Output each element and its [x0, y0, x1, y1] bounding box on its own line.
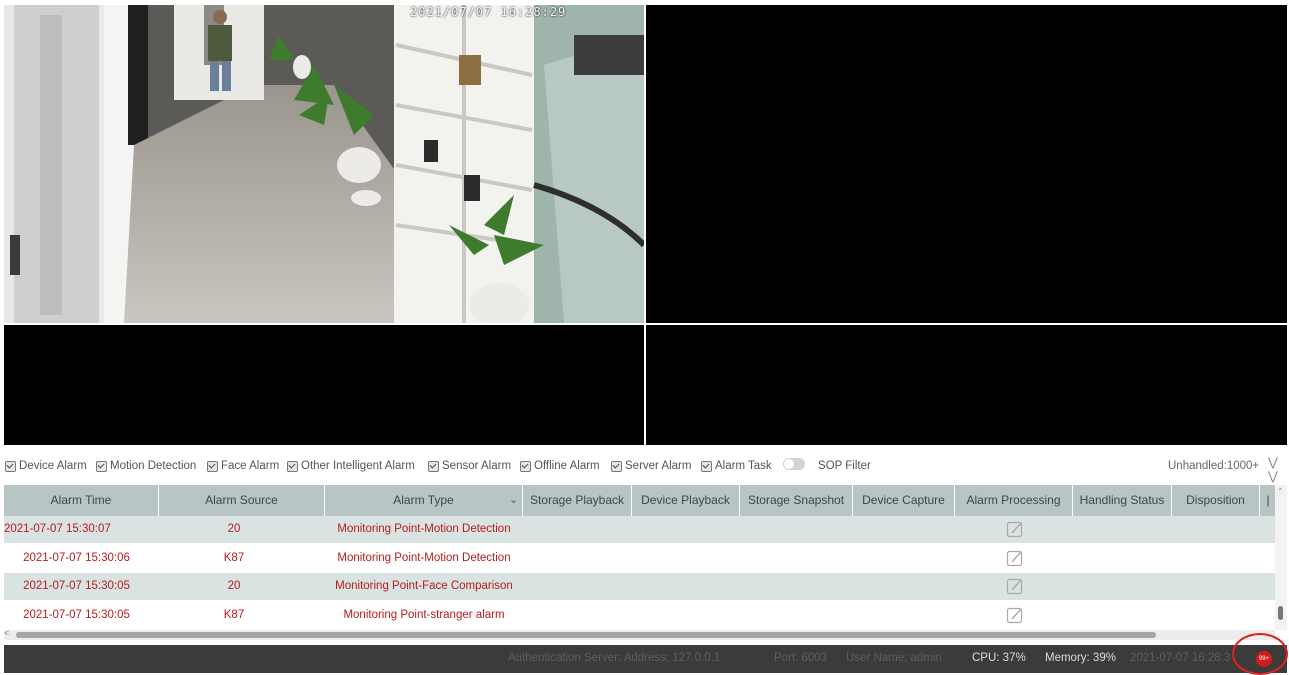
column-header-overflow: | [1266, 493, 1270, 507]
scroll-left-icon[interactable]: < [4, 628, 9, 638]
column-header-alarm-type[interactable]: Alarm Type [325, 485, 523, 516]
video-tile-3[interactable] [4, 325, 644, 445]
alarm-type-cell: Monitoring Point-Face Comparison [335, 580, 513, 592]
camera-feed-image [4, 5, 644, 323]
alarm-time-cell: 2021-07-07 15:30:05 [23, 609, 130, 621]
table-row[interactable]: 2021-07-07 15:30:05 K87 Monitoring Point… [4, 602, 1276, 629]
alarm-time-cell: 2021-07-07 15:30:07 [4, 523, 111, 535]
chevron-down-icon[interactable]: ⌄ [509, 493, 518, 506]
alarm-type-cell: Monitoring Point-Motion Detection [337, 523, 511, 535]
table-row[interactable]: 2021-07-07 15:30:05 20 Monitoring Point-… [4, 573, 1276, 600]
filter-face-alarm[interactable]: Face Alarm [207, 460, 279, 472]
video-tile-1[interactable]: 2021/07/07 16:28:29 [4, 5, 644, 323]
video-tile-4[interactable] [646, 325, 1287, 445]
filter-sensor-alarm[interactable]: Sensor Alarm [428, 460, 511, 472]
status-datetime: 2021-07-07 16:28:3 [1130, 652, 1231, 664]
checkbox-icon[interactable] [207, 460, 218, 472]
filter-alarm-task[interactable]: Alarm Task [701, 460, 772, 472]
table-row[interactable]: 2021-07-07 15:30:06 K87 Monitoring Point… [4, 545, 1276, 572]
alarm-filter-bar: Device Alarm Motion Detection Face Alarm… [0, 455, 1289, 479]
alarm-source-cell: K87 [223, 609, 245, 621]
scroll-up-icon[interactable]: ⌃ [1277, 487, 1284, 496]
edit-icon[interactable] [1006, 520, 1024, 538]
alarm-source-cell: K87 [223, 552, 245, 564]
scrollbar-thumb[interactable] [16, 632, 1156, 638]
column-header-storage-playback[interactable]: Storage Playback [523, 485, 632, 516]
video-timestamp-overlay: 2021/07/07 16:28:29 [410, 5, 567, 19]
user-name-info: User Name: admin [846, 652, 942, 664]
alarm-time-cell: 2021-07-07 15:30:06 [23, 552, 130, 564]
column-header-device-playback[interactable]: Device Playback [632, 485, 740, 516]
video-grid: 2021/07/07 16:28:29 [4, 5, 1287, 445]
port-info: Port: 6003 [774, 652, 828, 664]
column-header-handling-status[interactable]: Handling Status [1073, 485, 1172, 516]
sop-filter-label: SOP Filter [818, 460, 871, 472]
column-header-alarm-time[interactable]: Alarm Time [4, 485, 159, 516]
checkbox-icon[interactable] [701, 460, 712, 472]
status-bar: Authentication Server: Address: 127.0.0.… [4, 645, 1287, 673]
column-header-alarm-processing[interactable]: Alarm Processing [955, 485, 1073, 516]
column-header-alarm-source[interactable]: Alarm Source [159, 485, 325, 516]
edit-icon[interactable] [1006, 606, 1024, 624]
filter-server-alarm[interactable]: Server Alarm [611, 460, 691, 472]
memory-usage: Memory: 39% [1045, 652, 1116, 664]
table-horizontal-scrollbar[interactable]: < [4, 628, 1275, 640]
checkbox-icon[interactable] [520, 460, 531, 472]
alarm-type-cell: Monitoring Point-stranger alarm [343, 609, 505, 621]
alarm-table-header: Alarm Time Alarm Source Alarm Type ⌄ Sto… [4, 485, 1276, 516]
column-header-storage-snapshot[interactable]: Storage Snapshot [740, 485, 853, 516]
checkbox-icon[interactable] [5, 460, 16, 472]
cpu-usage: CPU: 37% [972, 652, 1026, 664]
video-tile-2[interactable] [646, 5, 1287, 323]
table-vertical-scrollbar[interactable]: ⌃ [1275, 485, 1287, 630]
filter-device-alarm[interactable]: Device Alarm [5, 460, 87, 472]
filter-other-intelligent-alarm[interactable]: Other Intelligent Alarm [287, 460, 415, 472]
alarm-type-cell: Monitoring Point-Motion Detection [337, 552, 511, 564]
sop-filter-toggle[interactable] [783, 458, 805, 470]
checkbox-icon[interactable] [96, 460, 107, 472]
alarm-notification-badge[interactable]: 99+ [1256, 651, 1272, 667]
checkbox-icon[interactable] [287, 460, 298, 472]
alarm-source-cell: 20 [227, 580, 241, 592]
filter-offline-alarm[interactable]: Offline Alarm [520, 460, 600, 472]
scrollbar-thumb[interactable] [1278, 606, 1283, 620]
unhandled-count: Unhandled:1000+ [1168, 460, 1260, 472]
edit-icon[interactable] [1006, 549, 1024, 567]
alarm-source-cell: 20 [227, 523, 241, 535]
column-header-disposition[interactable]: Disposition [1172, 485, 1260, 516]
table-row[interactable]: 2021-07-07 15:30:07 20 Monitoring Point-… [4, 516, 1276, 543]
column-header-device-capture[interactable]: Device Capture [853, 485, 955, 516]
checkbox-icon[interactable] [611, 460, 622, 472]
collapse-panel-icon[interactable]: ⋁ ⋁ [1268, 455, 1278, 483]
auth-server-info: Authentication Server: Address: 127.0.0.… [508, 652, 721, 664]
checkbox-icon[interactable] [428, 460, 439, 472]
edit-icon[interactable] [1006, 577, 1024, 595]
filter-motion-detection[interactable]: Motion Detection [96, 460, 196, 472]
alarm-time-cell: 2021-07-07 15:30:05 [23, 580, 130, 592]
